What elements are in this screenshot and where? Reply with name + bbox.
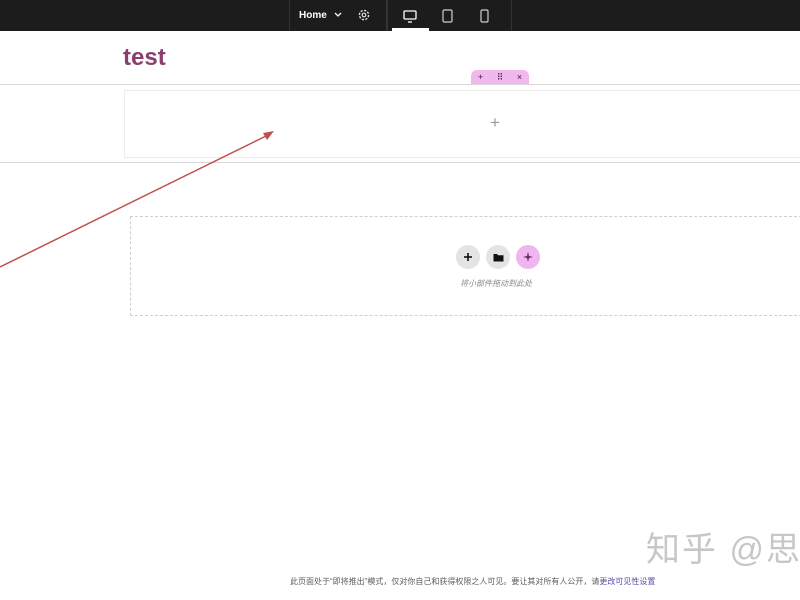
change-visibility-link[interactable]: 更改可见性设置 [599,577,655,586]
visibility-notice: 此页面处于“即将推出”模式，仅对你自己和获得权限之人可见。要让其对所有人公开，请… [290,576,655,587]
zhihu-watermark: 知乎 @思 [646,531,800,569]
annotation-arrow [0,131,274,268]
visibility-notice-text: 此页面处于“即将推出”模式，仅对你自己和获得权限之人可见。要让其对所有人公开，请 [290,577,600,586]
